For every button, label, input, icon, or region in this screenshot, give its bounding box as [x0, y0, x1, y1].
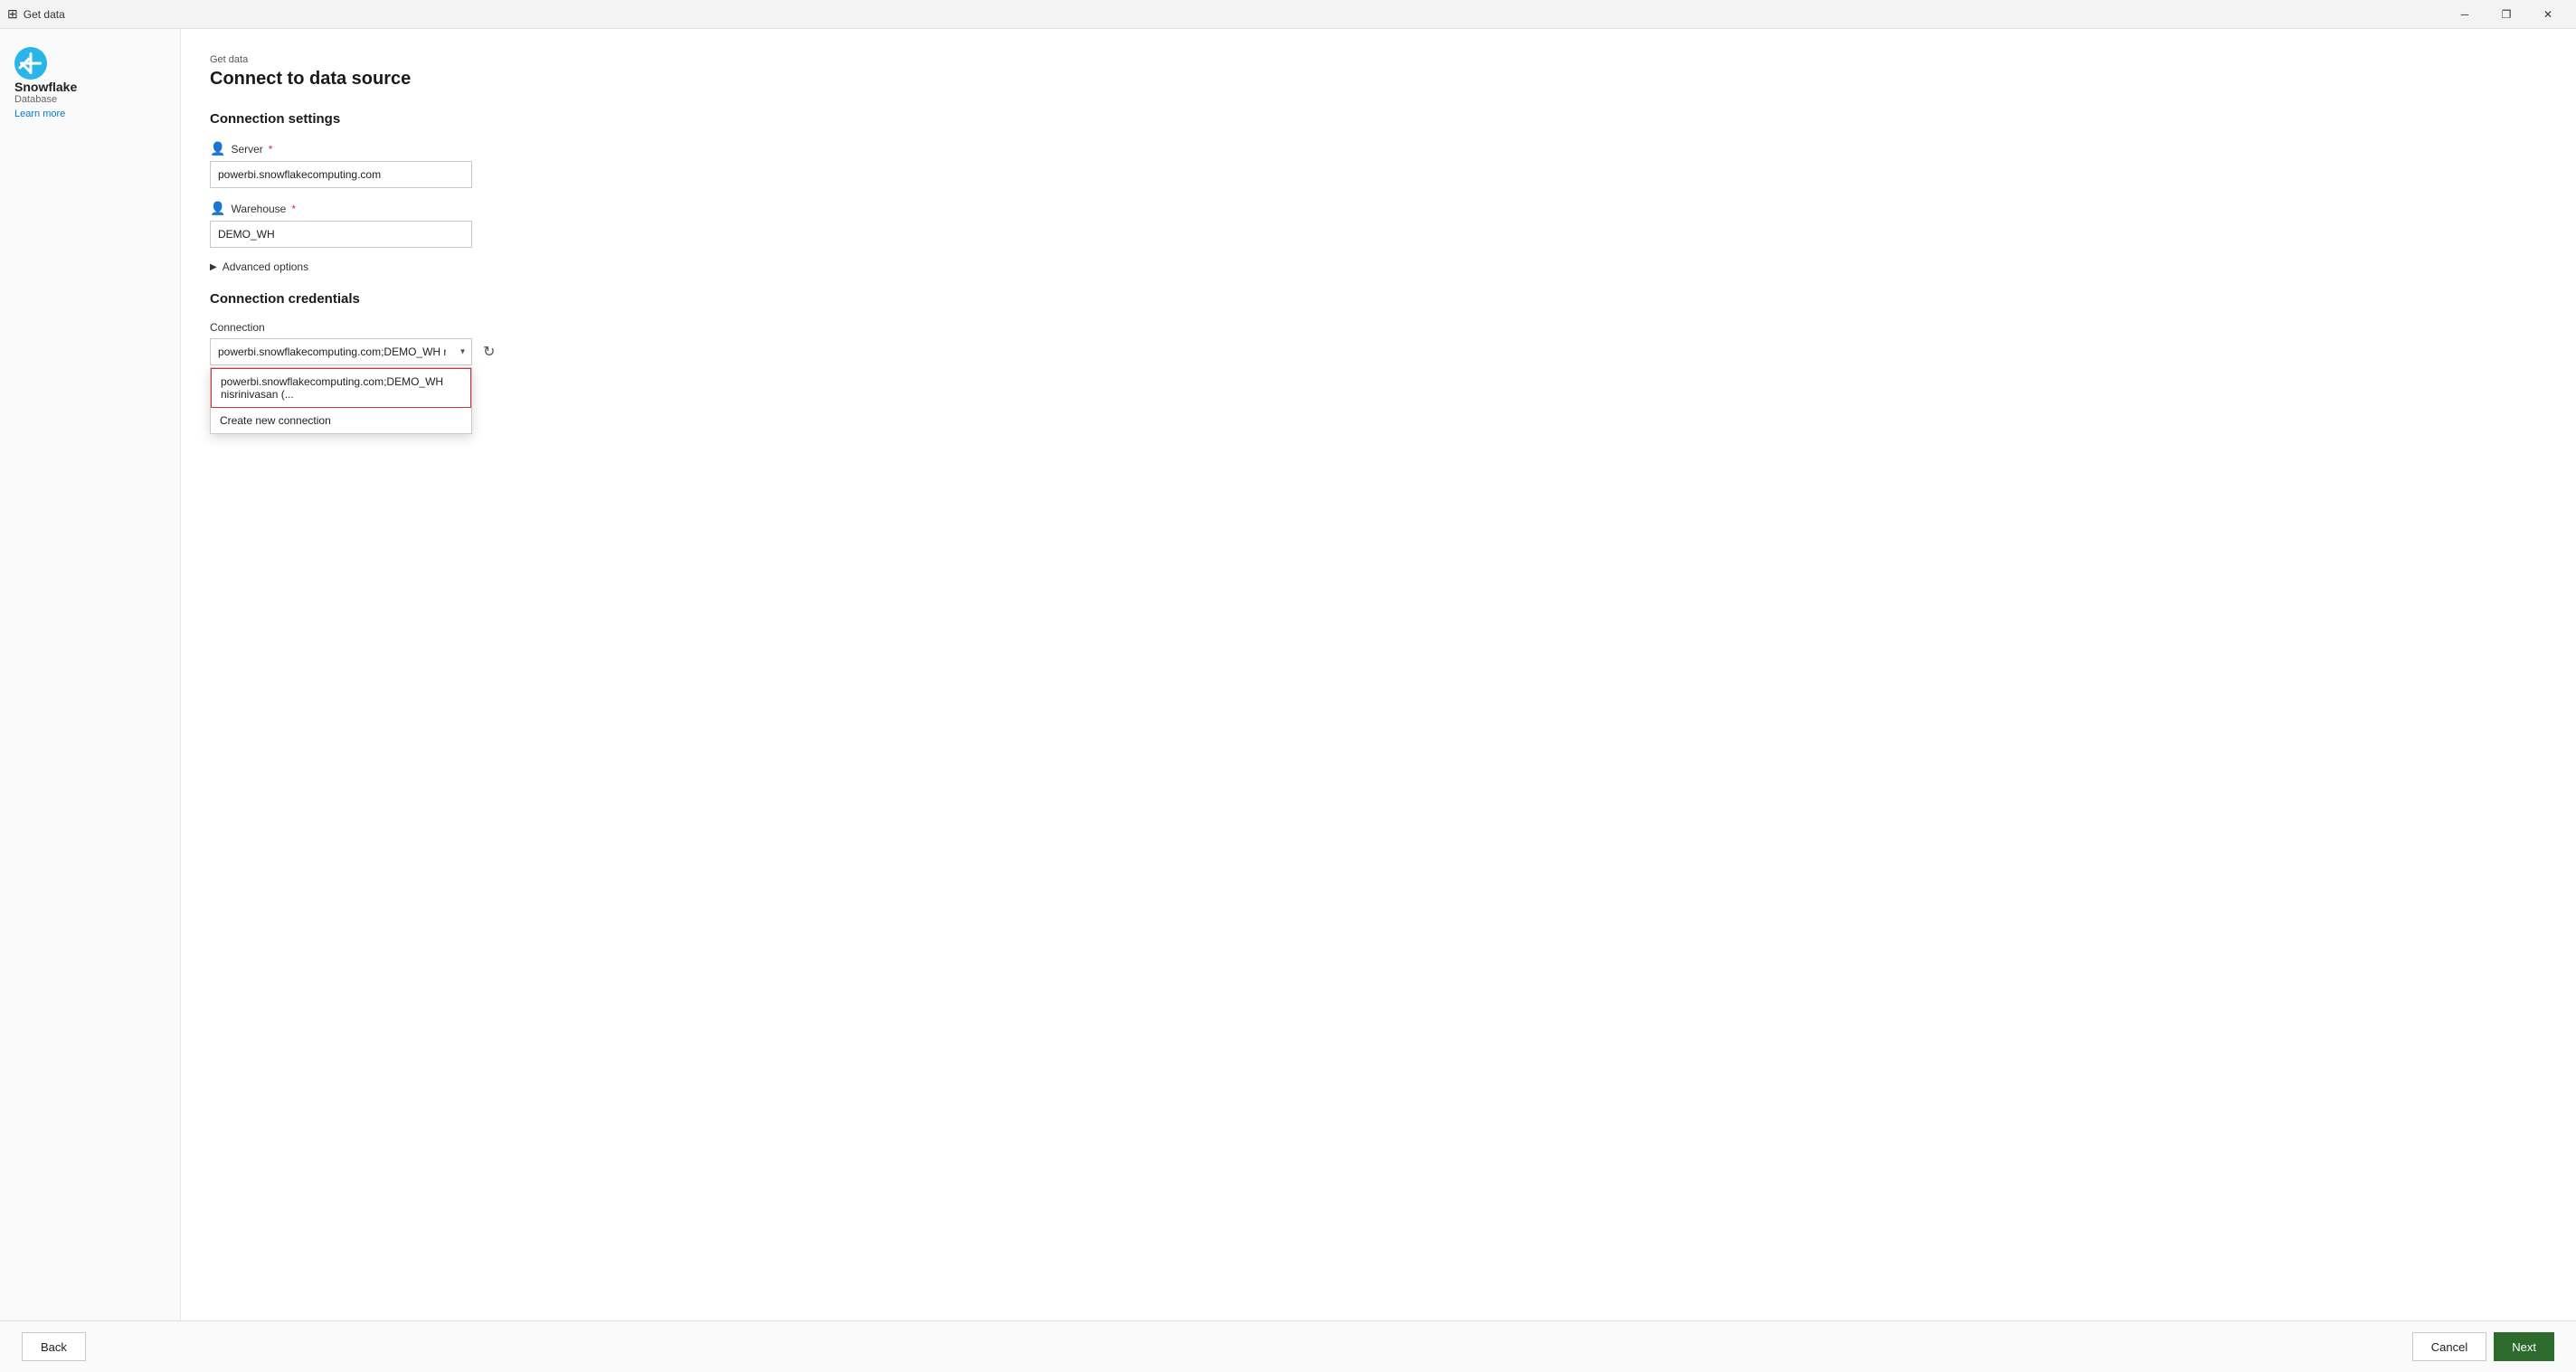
- chevron-right-icon: ▶: [210, 262, 217, 272]
- title-bar-text: Get data: [24, 8, 65, 21]
- connector-info: Snowflake Database Learn more: [14, 47, 166, 119]
- main-layout: Snowflake Database Learn more Get data C…: [0, 29, 2576, 1320]
- cancel-button[interactable]: Cancel: [2412, 1332, 2486, 1361]
- close-button[interactable]: ✕: [2527, 0, 2569, 29]
- page-title: Connect to data source: [210, 69, 2547, 90]
- connection-dropdown-container: ▾ powerbi.snowflakecomputing.com;DEMO_WH…: [210, 338, 472, 365]
- warehouse-label: Warehouse: [231, 203, 286, 215]
- title-bar: ⊞ Get data ─ ❐ ✕: [0, 0, 2576, 29]
- connection-settings-title: Connection settings: [210, 111, 2547, 127]
- warehouse-icon: 👤: [210, 201, 225, 216]
- footer: Back Cancel Next: [0, 1320, 2576, 1372]
- snowflake-connector-icon: [14, 47, 47, 80]
- server-field-group: 👤 Server *: [210, 141, 2547, 188]
- title-bar-title-area: ⊞ Get data: [7, 6, 65, 22]
- server-label-row: 👤 Server *: [210, 141, 2547, 156]
- advanced-options-label: Advanced options: [223, 260, 308, 273]
- window-controls: ─ ❐ ✕: [2444, 0, 2569, 29]
- next-button[interactable]: Next: [2494, 1332, 2554, 1361]
- page-subtitle: Get data: [210, 54, 2547, 65]
- refresh-button[interactable]: ↻: [479, 341, 498, 363]
- dropdown-option-new[interactable]: Create new connection: [211, 408, 471, 433]
- footer-left: Back: [22, 1332, 86, 1361]
- connection-dropdown-wrapper: ▾ powerbi.snowflakecomputing.com;DEMO_WH…: [210, 338, 2547, 365]
- learn-more-link[interactable]: Learn more: [14, 109, 65, 119]
- credentials-title: Connection credentials: [210, 291, 2547, 307]
- server-label: Server: [231, 143, 262, 156]
- minimize-button[interactable]: ─: [2444, 0, 2486, 29]
- connection-dropdown-input[interactable]: [210, 338, 472, 365]
- sidebar: Snowflake Database Learn more: [0, 29, 181, 1320]
- warehouse-required: *: [291, 203, 296, 215]
- server-icon: 👤: [210, 141, 225, 156]
- credentials-section: Connection credentials Connection ▾ powe…: [210, 291, 2547, 365]
- restore-button[interactable]: ❐: [2486, 0, 2527, 29]
- footer-right: Cancel Next: [2412, 1332, 2554, 1361]
- server-input[interactable]: [210, 161, 472, 188]
- connector-type: Database: [14, 94, 57, 105]
- advanced-options-toggle[interactable]: ▶ Advanced options: [210, 260, 2547, 273]
- content-area: Get data Connect to data source Connecti…: [181, 29, 2576, 1320]
- connection-field-label: Connection: [210, 321, 2547, 334]
- server-required: *: [269, 143, 273, 156]
- connector-name: Snowflake: [14, 80, 77, 94]
- app-icon: ⊞: [7, 6, 18, 22]
- connection-dropdown-menu: powerbi.snowflakecomputing.com;DEMO_WH n…: [210, 367, 472, 434]
- warehouse-input[interactable]: [210, 221, 472, 248]
- back-button[interactable]: Back: [22, 1332, 86, 1361]
- warehouse-field-group: 👤 Warehouse *: [210, 201, 2547, 248]
- dropdown-display: ▾: [210, 338, 472, 365]
- dropdown-option-existing[interactable]: powerbi.snowflakecomputing.com;DEMO_WH n…: [211, 368, 471, 408]
- warehouse-label-row: 👤 Warehouse *: [210, 201, 2547, 216]
